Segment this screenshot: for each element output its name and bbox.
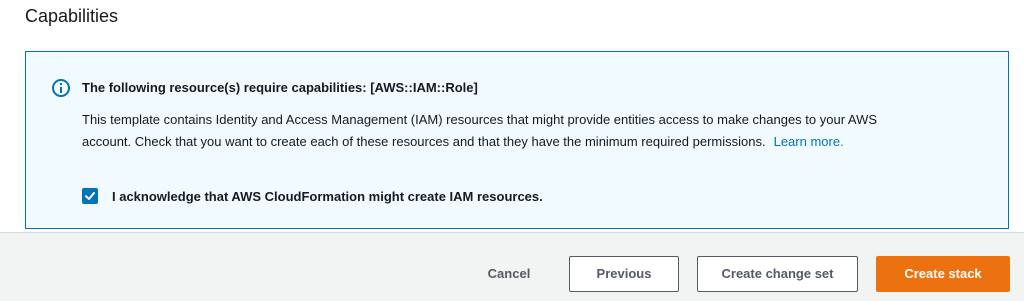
alert-description-line1: This template contains Identity and Acce… [82,112,878,127]
previous-button[interactable]: Previous [569,256,679,292]
capabilities-info-alert: The following resource(s) require capabi… [25,51,1009,229]
learn-more-link[interactable]: Learn more. [774,134,844,149]
alert-description-line2: account. Check that you want to create e… [82,134,766,149]
info-icon [52,79,70,97]
alert-title: The following resource(s) require capabi… [82,80,478,95]
acknowledge-label[interactable]: I acknowledge that AWS CloudFormation mi… [112,188,543,206]
alert-description: This template contains Identity and Acce… [82,109,982,153]
capabilities-panel: Capabilities The following resource(s) r… [0,0,1024,233]
cancel-button[interactable]: Cancel [470,256,548,292]
checkmark-icon [85,192,95,200]
section-title: Capabilities [25,6,119,26]
create-change-set-button[interactable]: Create change set [697,256,858,292]
acknowledge-checkbox[interactable] [82,188,98,204]
create-stack-button[interactable]: Create stack [876,256,1010,292]
